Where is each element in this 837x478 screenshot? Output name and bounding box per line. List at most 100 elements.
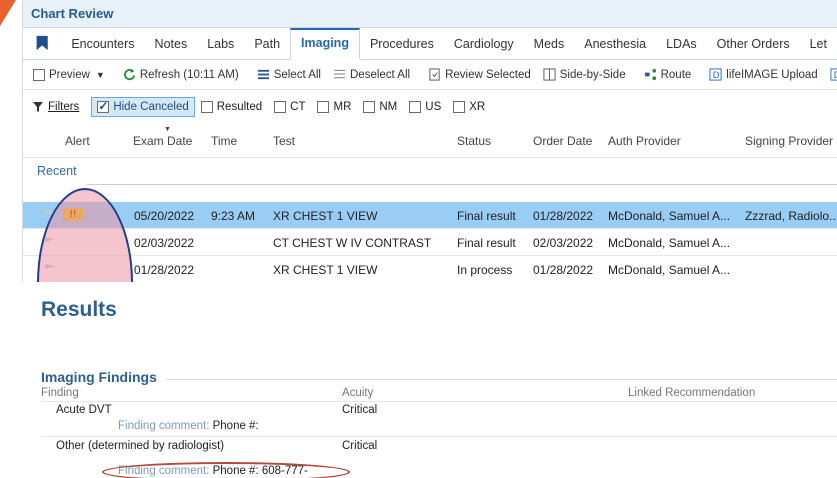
flag-icon (45, 237, 55, 242)
route-button[interactable]: Route (638, 68, 698, 81)
table-row[interactable]: 01/28/2022 XR CHEST 1 VIEW In process 01… (23, 256, 837, 283)
filter-xr[interactable]: XR (447, 101, 491, 113)
tab-meds[interactable]: Meds (524, 37, 575, 59)
filter-mr-label: MR (333, 101, 352, 113)
tab-bar: Encounters Notes Labs Path Imaging Proce… (23, 28, 837, 60)
findings-divider (41, 436, 837, 437)
column-test[interactable]: Test (273, 134, 295, 148)
column-time[interactable]: Time (211, 134, 237, 148)
cell-order-date: 01/28/2022 (533, 209, 594, 223)
cell-test: XR CHEST 1 VIEW (273, 209, 378, 223)
side-by-side-button[interactable]: Side-by-Side (537, 68, 632, 81)
tab-encounters[interactable]: Encounters (61, 37, 144, 59)
ct-checkbox[interactable] (274, 101, 287, 113)
finding-comment-label: Finding comment: (118, 465, 210, 477)
lifeimage-upload-button[interactable]: D lifeIMAGE Upload (703, 68, 823, 81)
cell-order-date: 01/28/2022 (533, 263, 594, 277)
svg-text:D: D (713, 70, 720, 80)
finding-comment-value: Phone #: 608-777- (212, 465, 308, 477)
findings-divider (41, 401, 837, 402)
filter-resulted-label: Resulted (216, 101, 263, 113)
cell-status: Final result (457, 236, 516, 250)
select-all-label: Select All (273, 68, 321, 81)
cell-test: XR CHEST 1 VIEW (273, 263, 378, 277)
route-label: Route (660, 68, 692, 81)
title-bar: Chart Review (23, 0, 837, 28)
us-checkbox[interactable] (409, 101, 422, 113)
preview-toggle[interactable]: Preview ▼ (27, 68, 111, 81)
tab-other-orders[interactable]: Other Orders (707, 37, 800, 59)
column-status[interactable]: Status (457, 134, 491, 148)
findings-rule (166, 379, 837, 380)
cell-auth-provider: McDonald, Samuel A... (608, 209, 731, 223)
filter-nm[interactable]: NM (357, 101, 403, 113)
preview-checkbox[interactable] (33, 68, 45, 81)
finding-comment-label: Finding comment: (118, 420, 210, 432)
chevron-down-icon[interactable]: ▼ (96, 70, 105, 80)
review-icon (429, 68, 440, 81)
section-recent-label: Recent (37, 164, 77, 178)
select-all-button[interactable]: Select All (251, 68, 327, 81)
header-linked-recommendation: Linked Recommendation (628, 387, 756, 399)
cell-auth-provider: McDonald, Samuel A... (608, 263, 731, 277)
refresh-label: Refresh (10:11 AM) (139, 68, 239, 81)
filter-us[interactable]: US (403, 101, 447, 113)
flag-icon (45, 264, 55, 269)
side-by-side-label: Side-by-Side (559, 68, 626, 81)
cell-auth-provider: McDonald, Samuel A... (608, 236, 731, 250)
results-panel: Results Imaging Findings Finding Acuity … (22, 282, 837, 478)
cell-order-date: 02/03/2022 (533, 236, 594, 250)
tab-anesthesia[interactable]: Anesthesia (574, 37, 656, 59)
tab-path[interactable]: Path (244, 37, 290, 59)
route-icon (644, 68, 656, 81)
review-selected-label: Review Selected (445, 68, 531, 81)
table-row[interactable]: !! 05/20/2022 9:23 AM XR CHEST 1 VIEW Fi… (23, 202, 837, 229)
column-auth-provider[interactable]: Auth Provider (608, 134, 681, 148)
tab-notes[interactable]: Notes (145, 37, 198, 59)
deselect-all-icon (333, 69, 346, 79)
column-signing-provider[interactable]: Signing Provider (745, 134, 833, 148)
hide-canceled-checkbox[interactable] (97, 99, 110, 113)
bookmark-icon[interactable] (35, 33, 49, 53)
lifeimage-icon: D (830, 68, 837, 81)
deselect-all-button[interactable]: Deselect All (327, 68, 416, 81)
filter-mr[interactable]: MR (311, 101, 357, 113)
finding-acuity: Critical (342, 404, 378, 416)
cell-signing-provider: Zzzrad, Radiolo... (745, 209, 837, 223)
table-row[interactable]: 02/03/2022 CT CHEST W IV CONTRAST Final … (23, 229, 837, 256)
column-alert[interactable]: Alert (65, 134, 90, 148)
sort-arrow-icon: ▼ (164, 126, 171, 133)
deselect-all-label: Deselect All (350, 68, 411, 81)
tab-ldas[interactable]: LDAs (656, 37, 707, 59)
cell-exam-date: 01/28/2022 (134, 263, 195, 277)
side-by-side-icon (543, 68, 556, 81)
refresh-button[interactable]: Refresh (10:11 AM) (117, 68, 245, 81)
column-exam-date[interactable]: Exam Date (133, 134, 192, 148)
lifeimage-more-button[interactable]: D life (824, 68, 837, 81)
filter-ct[interactable]: CT (268, 101, 311, 113)
corner-accent (0, 0, 16, 26)
cell-exam-date: 05/20/2022 (134, 209, 195, 223)
finding-name: Acute DVT (56, 404, 112, 416)
tab-cardiology[interactable]: Cardiology (444, 37, 524, 59)
tab-imaging[interactable]: Imaging (290, 28, 360, 60)
tab-procedures[interactable]: Procedures (360, 37, 444, 59)
filter-resulted[interactable]: Resulted (195, 101, 268, 113)
resulted-checkbox[interactable] (200, 101, 213, 113)
lifeimage-icon: D (709, 68, 722, 81)
filters-button[interactable]: Filters (27, 101, 85, 113)
mr-checkbox[interactable] (317, 101, 330, 113)
select-all-icon (257, 69, 269, 80)
tab-letters[interactable]: Let (800, 37, 837, 59)
tab-labs[interactable]: Labs (197, 37, 244, 59)
table-header: Alert Exam Date ▼ Time Test Status Order… (23, 124, 837, 158)
xr-checkbox[interactable] (453, 101, 466, 113)
results-title: Results (41, 298, 117, 321)
hide-canceled-toggle[interactable]: Hide Canceled (91, 97, 195, 117)
column-order-date[interactable]: Order Date (533, 134, 592, 148)
toolbar: Preview ▼ Refresh (10:11 AM) Select All … (23, 60, 837, 90)
cell-time: 9:23 AM (211, 209, 256, 223)
nm-checkbox[interactable] (363, 101, 376, 113)
filter-bar: Filters Hide Canceled Resulted CT MR NM … (23, 90, 837, 124)
review-selected-button[interactable]: Review Selected (422, 68, 537, 81)
